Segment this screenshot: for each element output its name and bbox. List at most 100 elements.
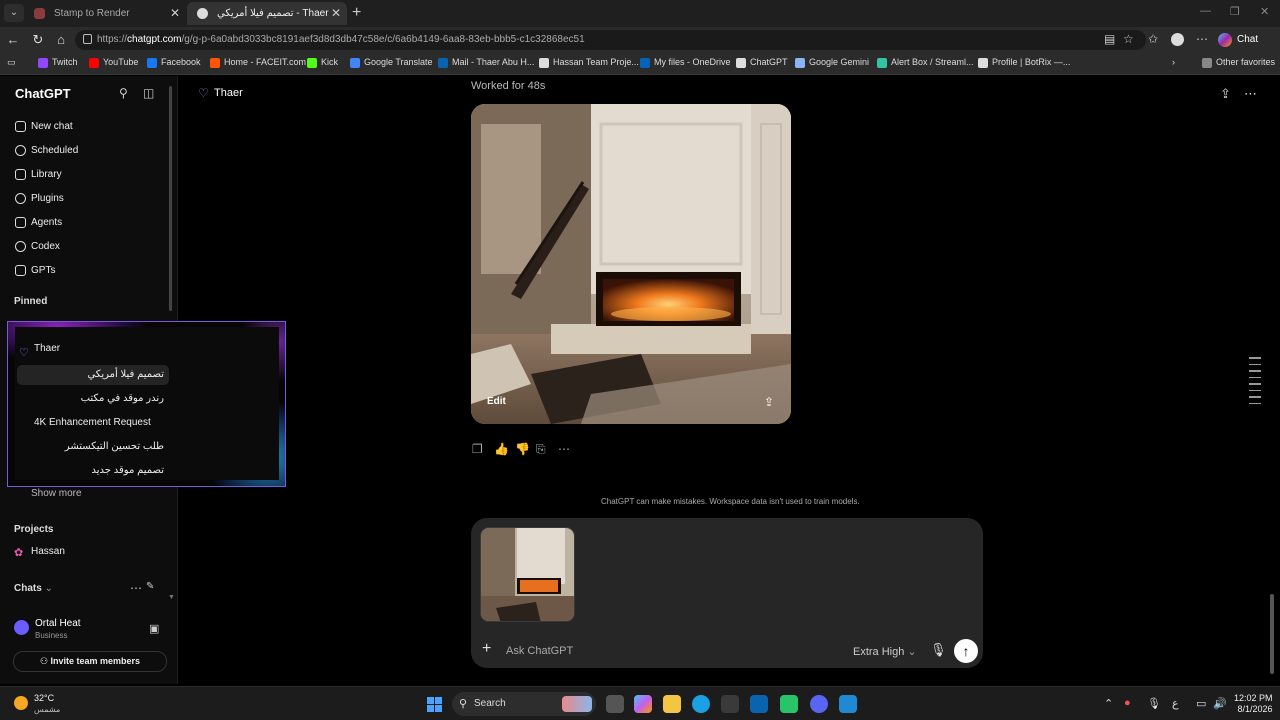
- fav-gemini[interactable]: Google Gemini: [795, 57, 869, 68]
- copilot-app-icon[interactable]: [634, 695, 652, 713]
- taskbar-search[interactable]: ⚲ Search: [452, 692, 596, 716]
- fav-botrix[interactable]: Profile | BotRix —...: [978, 57, 1070, 68]
- tray-app-icon[interactable]: ●: [1124, 697, 1131, 709]
- sidebar-item-library[interactable]: Library: [15, 166, 62, 184]
- search-icon[interactable]: ⚲: [119, 86, 128, 100]
- sidebar-item-gpts[interactable]: GPTs: [15, 262, 55, 280]
- more-icon[interactable]: ⋯: [1196, 32, 1208, 46]
- fav-faceit[interactable]: Home - FACEIT.com: [210, 57, 306, 68]
- workspace-icon[interactable]: ▣: [149, 622, 159, 635]
- fav-twitch[interactable]: Twitch: [38, 57, 78, 68]
- file-explorer-icon[interactable]: [663, 695, 681, 713]
- invite-team-button[interactable]: ⚇ Invite team members: [13, 651, 167, 672]
- sidebar-scrollbar[interactable]: [169, 86, 172, 311]
- fav-mail[interactable]: Mail - Thaer Abu H...: [438, 57, 534, 68]
- close-tab-icon[interactable]: ✕: [331, 2, 341, 25]
- sidebar-item-plugins[interactable]: Plugins: [15, 190, 64, 208]
- network-icon[interactable]: ▭: [1196, 697, 1206, 710]
- sidebar-item-new-chat[interactable]: New chat: [15, 118, 73, 136]
- pinned-item[interactable]: رندر موقد في مكتب: [17, 389, 169, 409]
- url-field[interactable]: https://chatgpt.com/g/g-p-6a0abd3033bc81…: [75, 30, 1146, 50]
- image-edit-button[interactable]: Edit: [487, 396, 506, 407]
- new-tab-icon[interactable]: +: [352, 4, 361, 22]
- composer-input[interactable]: Ask ChatGPT: [506, 645, 573, 657]
- sun-icon[interactable]: [14, 696, 28, 710]
- photos-icon[interactable]: [839, 695, 857, 713]
- page-scrollbar[interactable]: [1270, 594, 1274, 674]
- fav-alert-box[interactable]: Alert Box / Streaml...: [877, 57, 974, 68]
- attached-image-thumbnail[interactable]: [480, 527, 575, 622]
- fav-onedrive[interactable]: My files - OneDrive: [640, 57, 731, 68]
- browser-tab-active[interactable]: تصميم فيلا أمريكي - Thaer ✕: [187, 2, 347, 25]
- task-view-icon[interactable]: [606, 695, 624, 713]
- pinned-item-active[interactable]: تصميم فيلا أمريكي: [17, 365, 169, 385]
- fav-hassan-team[interactable]: Hassan Team Proje...: [539, 57, 639, 68]
- edge-icon[interactable]: [692, 695, 710, 713]
- browser-tab[interactable]: Stamp to Render ✕: [24, 2, 186, 25]
- reader-icon[interactable]: ▤: [1104, 32, 1115, 46]
- sidebar-item-codex[interactable]: Codex: [15, 238, 60, 256]
- generated-image[interactable]: [471, 104, 791, 424]
- system-clock[interactable]: 12:02 PM 8/1/2026: [1234, 693, 1273, 715]
- app-icon[interactable]: [780, 695, 798, 713]
- copy-icon[interactable]: ❐: [472, 442, 483, 456]
- favorites-icon[interactable]: ✩: [1148, 32, 1158, 46]
- keyboard-language[interactable]: ع: [1172, 697, 1179, 710]
- volume-icon[interactable]: 🔊: [1213, 697, 1227, 710]
- start-button-icon[interactable]: [427, 697, 442, 712]
- sidebar-title[interactable]: ChatGPT: [15, 86, 71, 101]
- other-favorites[interactable]: Other favorites: [1202, 57, 1275, 68]
- refresh-icon[interactable]: ↻: [30, 32, 46, 48]
- send-button[interactable]: ↑: [954, 639, 978, 663]
- close-tab-icon[interactable]: ✕: [170, 2, 180, 25]
- fav-kick[interactable]: Kick: [307, 57, 338, 68]
- pinned-item[interactable]: تصميم موقد جديد: [17, 461, 169, 481]
- fav-facebook[interactable]: Facebook: [147, 57, 201, 68]
- tray-mic-icon[interactable]: 🎙: [1147, 697, 1161, 710]
- copilot-chat-button[interactable]: Chat: [1215, 31, 1270, 49]
- image-share-icon[interactable]: ⇪: [764, 395, 774, 409]
- worked-for-label[interactable]: Worked for 48s: [471, 80, 545, 92]
- thumbs-down-icon[interactable]: 👎: [515, 442, 530, 456]
- sidebar-item-agents[interactable]: Agents: [15, 214, 62, 232]
- collections-icon[interactable]: ▭: [7, 57, 16, 68]
- microphone-icon[interactable]: 🎙: [930, 642, 947, 658]
- scroll-down-icon[interactable]: ▼: [168, 594, 175, 601]
- thumbs-up-icon[interactable]: 👍: [494, 442, 509, 456]
- chevron-right-icon[interactable]: ›: [1172, 57, 1175, 67]
- new-chat-icon[interactable]: ✎: [146, 581, 154, 592]
- branch-icon[interactable]: ⎘: [536, 442, 546, 457]
- share-icon[interactable]: ⇪: [1220, 86, 1231, 102]
- minimize-icon[interactable]: —: [1200, 5, 1211, 17]
- reasoning-mode-select[interactable]: Extra High ⌄: [853, 645, 917, 658]
- profile-icon[interactable]: [1171, 33, 1184, 46]
- weather-condition[interactable]: مشمس: [34, 705, 60, 714]
- back-icon[interactable]: ←: [5, 32, 21, 47]
- tray-overflow-icon[interactable]: ⌃: [1104, 697, 1113, 710]
- outlook-icon[interactable]: [750, 695, 768, 713]
- show-more-link[interactable]: Show more: [31, 488, 82, 499]
- home-icon[interactable]: ⌂: [53, 32, 69, 47]
- weather-temperature[interactable]: 32°C: [34, 693, 54, 703]
- favorite-star-icon[interactable]: ☆: [1123, 32, 1134, 46]
- restore-icon[interactable]: ❐: [1230, 5, 1240, 18]
- pinned-item[interactable]: 4K Enhancement Request: [17, 413, 169, 433]
- project-item-hassan[interactable]: ✿ Hassan: [14, 546, 65, 559]
- conversation-minimap[interactable]: [1249, 357, 1261, 409]
- store-icon[interactable]: [721, 695, 739, 713]
- close-window-icon[interactable]: ✕: [1260, 5, 1269, 18]
- fav-chatgpt[interactable]: ChatGPT: [736, 57, 788, 68]
- more-actions-icon[interactable]: ⋯: [558, 442, 570, 456]
- fav-youtube[interactable]: YouTube: [89, 57, 138, 68]
- tab-actions-menu-icon[interactable]: ⌄: [4, 4, 24, 22]
- discord-icon[interactable]: [810, 695, 828, 713]
- chats-heading[interactable]: Chats ⌄: [14, 583, 53, 594]
- more-options-icon[interactable]: ⋯: [1244, 86, 1257, 102]
- fav-google-translate[interactable]: Google Translate: [350, 57, 433, 68]
- add-attachment-icon[interactable]: +: [482, 640, 491, 658]
- project-title[interactable]: Thaer: [214, 87, 243, 99]
- sidebar-item-scheduled[interactable]: Scheduled: [15, 142, 78, 160]
- sidebar-toggle-icon[interactable]: ◫: [143, 86, 154, 100]
- chats-options-icon[interactable]: ⋯: [130, 581, 142, 595]
- pinned-item[interactable]: طلب تحسين التيكستشر: [17, 437, 169, 457]
